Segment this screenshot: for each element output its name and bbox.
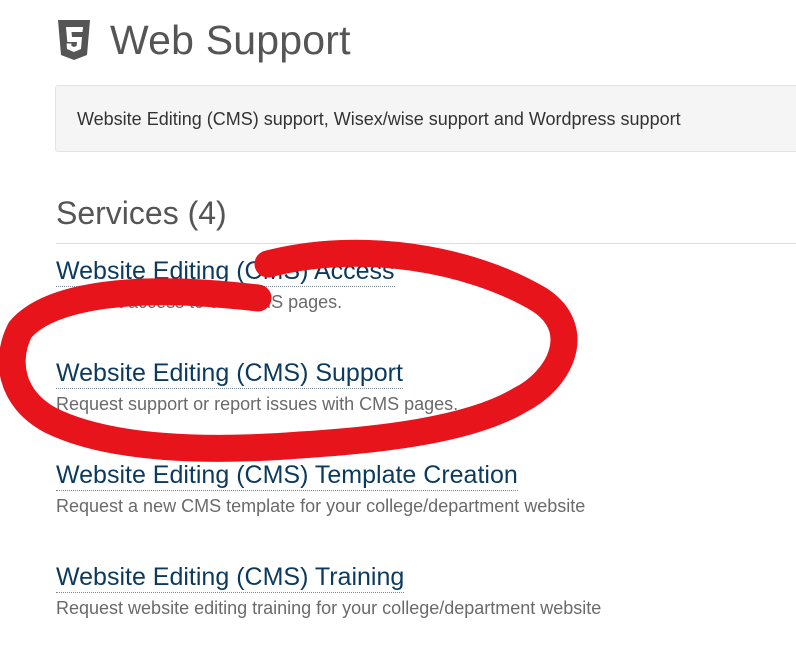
service-link-cms-training[interactable]: Website Editing (CMS) Training: [56, 562, 405, 593]
page-header: Web Support: [56, 14, 351, 66]
services-heading: Services (4): [56, 195, 227, 231]
list-item: Website Editing (CMS) Support Request su…: [56, 358, 458, 415]
description-box: Website Editing (CMS) support, Wisex/wis…: [55, 85, 796, 152]
service-description: Request access to edit CMS pages.: [56, 292, 343, 312]
service-description: Request website editing training for you…: [56, 598, 602, 618]
page: Web Support Website Editing (CMS) suppor…: [0, 0, 796, 647]
page-title: Web Support: [110, 17, 351, 63]
services-divider: [56, 243, 796, 244]
list-item: Website Editing (CMS) Training Request w…: [56, 562, 601, 619]
html5-icon: [58, 20, 90, 60]
list-item: Website Editing (CMS) Template Creation …: [56, 460, 585, 517]
service-link-cms-template-creation[interactable]: Website Editing (CMS) Template Creation: [56, 460, 518, 491]
service-description: Request a new CMS template for your coll…: [56, 496, 586, 516]
description-text: Website Editing (CMS) support, Wisex/wis…: [77, 109, 681, 129]
service-link-cms-support[interactable]: Website Editing (CMS) Support: [56, 358, 403, 389]
service-link-cms-access[interactable]: Website Editing (CMS) Access: [56, 256, 395, 287]
list-item: Website Editing (CMS) Access Request acc…: [56, 256, 395, 313]
service-description: Request support or report issues with CM…: [56, 394, 459, 414]
